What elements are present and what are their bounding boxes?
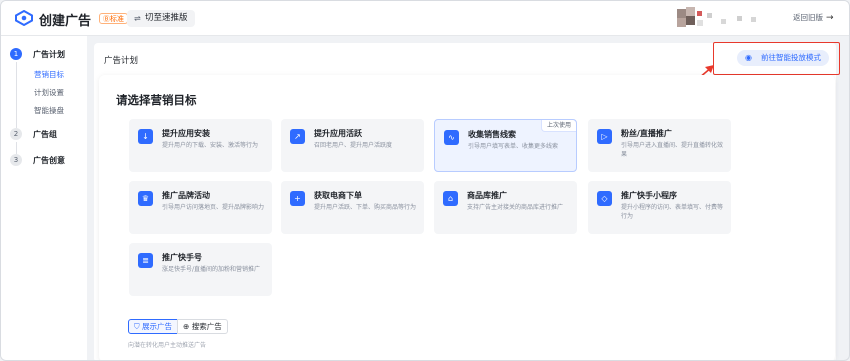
goal-card-kuaishou-account[interactable]: ≣ 推广快手号 涨足快手号/直播间的加粉和营销推广 [129, 243, 272, 296]
account-avatar[interactable] [677, 7, 767, 29]
display-icon: ⛉ [134, 322, 140, 331]
switch-version-label: 切至速推版 [145, 13, 188, 23]
goal-name: 推广品牌活动 [162, 191, 210, 200]
goal-card-brand-activity[interactable]: ♛ 推广品牌活动 引导用户访问落地页、提升品牌影响力 [129, 181, 272, 234]
back-link-label: 返回旧版 [793, 13, 823, 22]
goal-card-ecommerce-order[interactable]: + 获取电商下单 提升用户活跃、下单、购买商品等行为 [281, 181, 424, 234]
app-window: 创建广告 Ⓑ标准 ⇌ 切至速推版 返回旧版 → 1 广告计划 营销目标 计划设置… [0, 0, 850, 361]
goal-card-sales-leads[interactable]: ∿ 收集销售线索 引导用户填写表单、收集更多线索 上次使用 [434, 119, 577, 172]
goal-desc: 涨足快手号/直播间的加粉和营销推广 [162, 266, 261, 273]
step-number: 3 [10, 154, 22, 166]
step-ad-group[interactable]: 2 广告组 [10, 128, 57, 140]
live-icon: ▷ [597, 129, 612, 144]
step-number: 2 [10, 128, 22, 140]
substep-smart-operation[interactable]: 智能操盘 [34, 105, 64, 116]
search-icon: ⊕ [183, 322, 190, 331]
goal-desc: 召回老用户、提升用户活跃度 [314, 142, 393, 149]
tab-description: 向潜在转化用户主动推送广告 [128, 342, 207, 349]
trend-up-icon: ↗ [290, 129, 305, 144]
goal-desc: 引导用户访问落地页、提升品牌影响力 [162, 204, 265, 211]
goal-desc: 提升用户活跃、下单、购买商品等行为 [314, 204, 417, 211]
top-bar: 创建广告 Ⓑ标准 ⇌ 切至速推版 返回旧版 → [1, 1, 849, 36]
tab-search-ads[interactable]: ⊕ 搜索广告 [177, 319, 228, 334]
panel-title: 广告计划 [104, 56, 139, 66]
step-label: 广告创意 [33, 155, 65, 165]
step-label: 广告组 [33, 129, 57, 139]
edition-badge: Ⓑ标准 [99, 13, 128, 24]
goal-card-mini-program[interactable]: ◇ 推广快手小程序 提升小程序的访问、表单填写、付费等行为 [588, 181, 731, 234]
goal-name: 商品库推广 [467, 191, 507, 200]
arrow-right-icon: → [826, 13, 834, 23]
brand-icon: ♛ [138, 191, 153, 206]
step-number: 1 [10, 48, 22, 60]
goal-card-app-install[interactable]: ↓ 提升应用安装 提升用户的下载、安装、激活等行为 [129, 119, 272, 172]
step-ad-plan[interactable]: 1 广告计划 [10, 48, 65, 60]
tab-label: 搜索广告 [191, 322, 222, 331]
lead-icon: ∿ [444, 130, 459, 145]
goal-name: 获取电商下单 [314, 191, 362, 200]
ad-type-tabs: ⛉ 展示广告 ⊕ 搜索广告 [128, 319, 228, 334]
miniapp-icon: ◇ [597, 191, 612, 206]
account-icon: ≣ [138, 253, 153, 268]
app-title: 创建广告 [39, 14, 92, 29]
substep-marketing-goal[interactable]: 营销目标 [34, 69, 64, 80]
switch-version-button[interactable]: ⇌ 切至速推版 [127, 10, 195, 27]
section-title: 请选择营销目标 [116, 93, 197, 107]
goal-desc: 提升用户的下载、安装、激活等行为 [162, 142, 259, 149]
store-icon: ⌂ [443, 191, 458, 206]
step-sidebar: 1 广告计划 营销目标 计划设置 智能操盘 2 广告组 3 广告创意 [1, 36, 87, 360]
goal-card-product-library[interactable]: ⌂ 商品库推广 支持广告主对接关的商品库进行推广 [434, 181, 577, 234]
logo-icon [15, 10, 33, 26]
goal-desc: 引导用户进入直播间、提升直播转化效果 [621, 142, 724, 158]
step-connector [16, 62, 17, 128]
goal-desc: 提升小程序的访问、表单填写、付费等行为 [621, 204, 724, 220]
step-connector [16, 142, 17, 154]
goal-name: 提升应用活跃 [314, 129, 362, 138]
goal-name: 推广快手小程序 [621, 191, 677, 200]
annotation-highlight-box [713, 42, 840, 75]
back-to-old-version-link[interactable]: 返回旧版 → [793, 12, 834, 23]
goal-name: 提升应用安装 [162, 129, 210, 138]
goal-name: 推广快手号 [162, 253, 202, 262]
last-used-tag: 上次使用 [540, 120, 576, 132]
switch-icon: ⇌ [134, 14, 141, 23]
goal-desc: 支持广告主对接关的商品库进行推广 [467, 204, 564, 211]
step-ad-creative[interactable]: 3 广告创意 [10, 154, 65, 166]
goal-name: 粉丝/直播推广 [621, 129, 672, 138]
goal-desc: 引导用户填写表单、收集更多线索 [468, 143, 559, 150]
tab-label: 展示广告 [142, 322, 173, 331]
goal-name: 收集销售线索 [468, 130, 516, 139]
substep-plan-settings[interactable]: 计划设置 [34, 87, 64, 98]
goal-card-live-promotion[interactable]: ▷ 粉丝/直播推广 引导用户进入直播间、提升直播转化效果 [588, 119, 731, 172]
goal-card-app-active[interactable]: ↗ 提升应用活跃 召回老用户、提升用户活跃度 [281, 119, 424, 172]
marketing-goal-card: 请选择营销目标 ↓ 提升应用安装 提升用户的下载、安装、激活等行为 ↗ 提升应用… [99, 75, 835, 360]
download-icon: ↓ [138, 129, 153, 144]
tab-display-ads[interactable]: ⛉ 展示广告 [128, 319, 179, 334]
cart-icon: + [290, 191, 305, 206]
step-label: 广告计划 [33, 49, 65, 59]
